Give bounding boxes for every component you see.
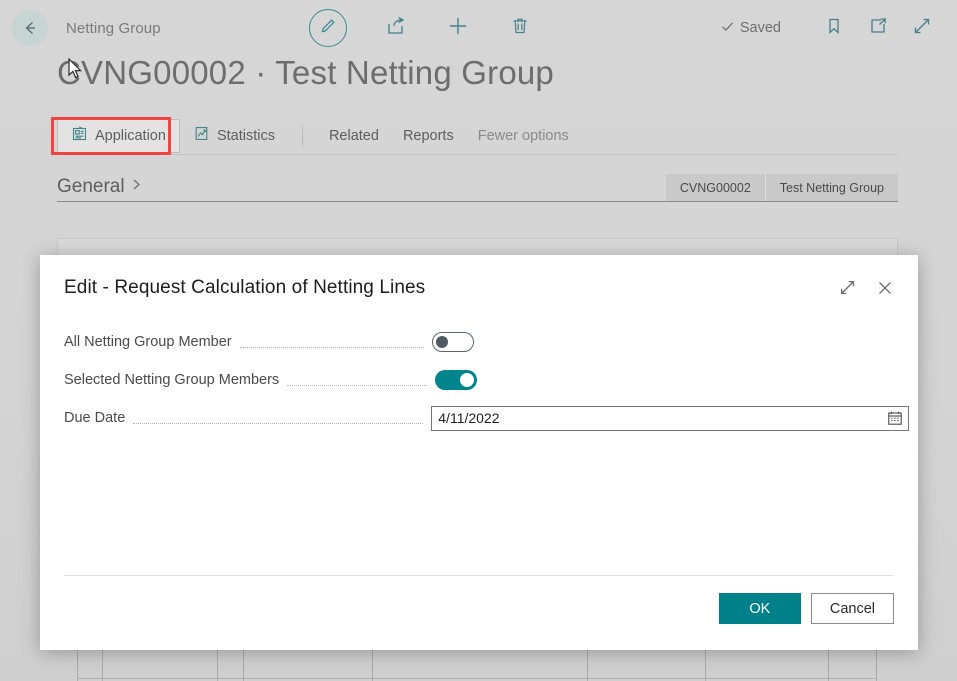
open-in-new-window-icon — [868, 16, 888, 41]
open-in-new-window-button[interactable] — [865, 15, 891, 41]
bookmark-button[interactable] — [821, 15, 847, 41]
new-button[interactable] — [445, 15, 471, 41]
check-icon — [720, 19, 735, 38]
application-card-icon — [71, 125, 88, 146]
dialog-body: All Netting Group Member Selected Nettin… — [40, 301, 918, 435]
share-icon — [385, 15, 407, 42]
breadcrumb[interactable]: Netting Group — [66, 20, 161, 37]
top-command-bar: Netting Group — [0, 0, 957, 56]
dialog-expand-button[interactable] — [836, 279, 858, 301]
field-label: Due Date — [64, 410, 125, 426]
expand-diagonal-icon — [839, 279, 856, 301]
expand-diagonal-icon — [912, 16, 932, 41]
field-selected-netting-group-members: Selected Netting Group Members — [64, 363, 894, 397]
due-date-field[interactable] — [431, 406, 909, 431]
cancel-button[interactable]: Cancel — [811, 593, 894, 624]
ok-button[interactable]: OK — [719, 593, 801, 624]
trash-icon — [510, 16, 530, 41]
plus-icon — [446, 14, 470, 43]
selected-netting-group-members-toggle[interactable] — [435, 370, 477, 390]
edit-netting-lines-dialog: Edit - Request Calculation of Netting Li… — [40, 255, 918, 650]
status-badge: Saved — [720, 19, 781, 38]
field-all-netting-group-member: All Netting Group Member — [64, 325, 894, 359]
ribbon-item-related[interactable]: Related — [317, 119, 391, 153]
dialog-footer-divider — [64, 575, 894, 576]
edit-button[interactable] — [309, 9, 347, 47]
chip-code: CVNG00002 — [666, 174, 765, 201]
ribbon-item-statistics[interactable]: Statistics — [180, 119, 288, 153]
chip-name: Test Netting Group — [765, 174, 898, 201]
field-label: Selected Netting Group Members — [64, 372, 279, 388]
ribbon-item-label: Application — [95, 128, 166, 144]
due-date-input[interactable] — [432, 407, 908, 430]
dot-leader — [240, 347, 424, 348]
saved-label: Saved — [740, 20, 781, 36]
toggle-knob — [436, 336, 448, 348]
ribbon-item-application[interactable]: Application — [57, 119, 180, 153]
field-due-date: Due Date — [64, 401, 894, 435]
fullscreen-button[interactable] — [909, 15, 935, 41]
dot-leader — [133, 423, 423, 424]
ribbon-item-label: Related — [329, 128, 379, 144]
dot-leader — [287, 385, 427, 386]
background-table-grid — [77, 648, 877, 681]
chevron-right-icon — [130, 176, 143, 198]
back-button[interactable] — [12, 10, 48, 46]
ribbon-item-label: Reports — [403, 128, 454, 144]
toggle-knob — [460, 373, 474, 387]
field-label: All Netting Group Member — [64, 334, 232, 350]
arrow-left-icon — [20, 18, 40, 38]
page-title: CVNG00002 · Test Netting Group — [57, 54, 554, 92]
ribbon-item-reports[interactable]: Reports — [391, 119, 466, 153]
dialog-header: Edit - Request Calculation of Netting Li… — [40, 255, 918, 301]
calendar-icon[interactable] — [887, 410, 903, 426]
pencil-icon — [318, 16, 338, 41]
general-section-header: General CVNG00002 Test Netting Group — [57, 170, 898, 202]
all-netting-group-member-toggle[interactable] — [432, 332, 474, 352]
ribbon-item-label: Statistics — [217, 128, 275, 144]
general-section-toggle[interactable]: General — [57, 176, 143, 201]
ribbon-toolbar: Application Statistics Related Reports F… — [57, 117, 898, 155]
statistics-chart-icon — [193, 125, 210, 146]
ribbon-divider — [302, 125, 303, 147]
dialog-close-button[interactable] — [874, 279, 896, 301]
general-summary-chips: CVNG00002 Test Netting Group — [666, 174, 898, 201]
share-button[interactable] — [383, 15, 409, 41]
ribbon-item-label: Fewer options — [478, 128, 569, 144]
dialog-footer: OK Cancel — [719, 593, 894, 624]
close-icon — [876, 279, 894, 302]
ribbon-item-fewer-options[interactable]: Fewer options — [466, 119, 581, 153]
general-label: General — [57, 176, 125, 198]
delete-button[interactable] — [507, 15, 533, 41]
bookmark-icon — [824, 16, 844, 41]
dialog-title: Edit - Request Calculation of Netting Li… — [64, 277, 425, 299]
